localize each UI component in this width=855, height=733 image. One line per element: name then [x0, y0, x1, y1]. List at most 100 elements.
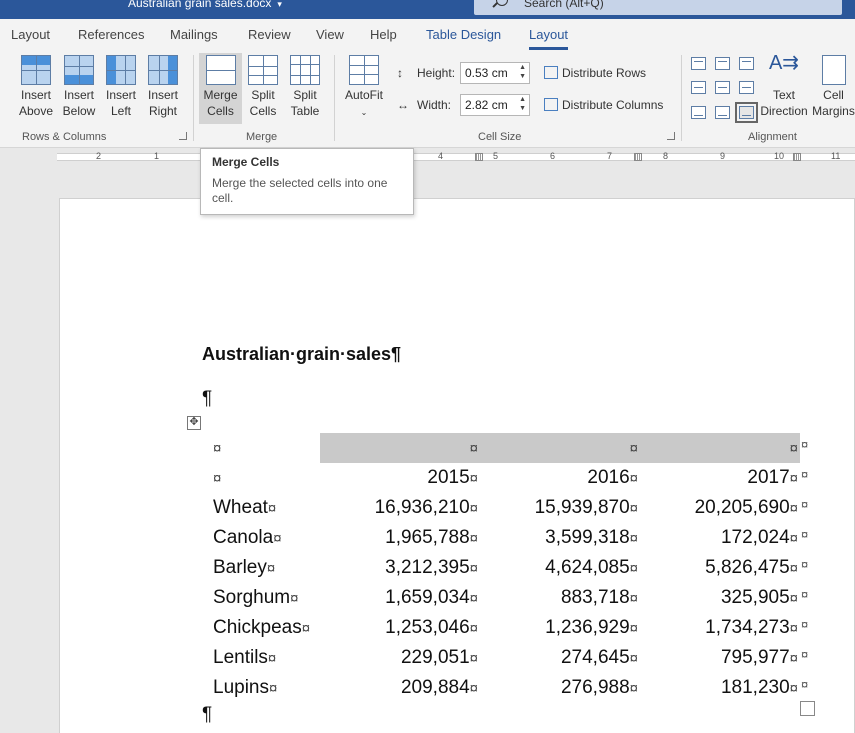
value-cell[interactable]: 172,024¤ [640, 523, 800, 553]
value-cell[interactable]: 15,939,870¤ [480, 493, 640, 523]
value-cell[interactable]: 1,965,788¤ [320, 523, 480, 553]
value-cell[interactable]: 883,718¤ [480, 583, 640, 613]
tab-mailings[interactable]: Mailings [170, 27, 218, 42]
table-move-handle-icon[interactable]: ✥ [187, 416, 201, 430]
table-row[interactable]: Sorghum¤ 1,659,034¤ 883,718¤ 325,905¤ [203, 583, 800, 613]
value-cell[interactable]: 4,624,085¤ [480, 553, 640, 583]
value-cell[interactable]: 274,645¤ [480, 643, 640, 673]
table-cell[interactable]: ¤ [320, 433, 480, 463]
align-top-center-icon[interactable] [715, 57, 730, 70]
split-cells-button[interactable]: Split Cells [242, 55, 284, 119]
table-resize-handle[interactable] [800, 701, 815, 716]
crop-cell[interactable]: Barley¤ [203, 553, 320, 583]
table-row[interactable]: Lupins¤ 209,884¤ 276,988¤ 181,230¤ [203, 673, 800, 703]
chevron-down-icon[interactable]: ▾ [277, 0, 282, 9]
table-cell[interactable]: ¤ [203, 433, 320, 463]
tab-help[interactable]: Help [370, 27, 397, 42]
tab-table-design[interactable]: Table Design [426, 27, 501, 42]
tab-view[interactable]: View [316, 27, 344, 42]
distribute-columns-button[interactable]: Distribute Columns [544, 98, 663, 112]
insert-left-button[interactable]: Insert Left [99, 55, 143, 119]
table-row[interactable]: ¤ ¤ ¤ ¤ [203, 433, 800, 463]
empty-paragraph[interactable]: ¶ [202, 388, 212, 410]
chevron-down-icon: ⌄ [360, 108, 368, 117]
spin-down-icon[interactable]: ▼ [519, 105, 526, 112]
value-cell[interactable]: 276,988¤ [480, 673, 640, 703]
table-row[interactable]: Wheat¤ 16,936,210¤ 15,939,870¤ 20,205,69… [203, 493, 800, 523]
align-bottom-center-icon[interactable] [715, 106, 730, 119]
crop-cell[interactable]: Chickpeas¤ [203, 613, 320, 643]
value-cell[interactable]: 1,253,046¤ [320, 613, 480, 643]
rows-columns-launcher-icon[interactable] [179, 132, 187, 140]
ruler-number: 7 [607, 151, 613, 161]
table-cell[interactable]: ¤ [480, 433, 640, 463]
crop-cell[interactable]: Lentils¤ [203, 643, 320, 673]
tab-layout-page[interactable]: Layout [11, 27, 50, 42]
merge-cells-icon [205, 55, 236, 85]
trailing-paragraph[interactable]: ¶ [202, 704, 212, 726]
value-cell[interactable]: 229,051¤ [320, 643, 480, 673]
title-bar: Australian grain sales.docx ▾ Search (Alt… [0, 0, 855, 19]
value-cell[interactable]: 3,212,395¤ [320, 553, 480, 583]
spin-up-icon[interactable]: ▲ [519, 96, 526, 103]
value-cell[interactable]: 16,936,210¤ [320, 493, 480, 523]
value-cell[interactable]: 1,659,034¤ [320, 583, 480, 613]
insert-below-button[interactable]: Insert Below [57, 55, 101, 119]
table-cell[interactable]: ¤ [640, 433, 800, 463]
grain-sales-table[interactable]: ¤ ¤ ¤ ¤ ¤ 2015¤ 2016¤ 2017¤ Wheat¤ 16,93… [203, 433, 800, 703]
value-cell[interactable]: 795,977¤ [640, 643, 800, 673]
align-top-right-icon[interactable] [739, 57, 754, 70]
align-middle-center-icon[interactable] [715, 81, 730, 94]
value-cell[interactable]: 181,230¤ [640, 673, 800, 703]
tab-review[interactable]: Review [248, 27, 291, 42]
width-spinner[interactable]: 2.82 cm ▲ ▼ [460, 94, 530, 116]
column-marker[interactable] [634, 153, 642, 161]
value-cell[interactable]: 325,905¤ [640, 583, 800, 613]
table-row[interactable]: Barley¤ 3,212,395¤ 4,624,085¤ 5,826,475¤ [203, 553, 800, 583]
year-header-cell[interactable]: 2016¤ [480, 463, 640, 493]
align-bottom-left-icon[interactable] [691, 106, 706, 119]
value-cell[interactable]: 5,826,475¤ [640, 553, 800, 583]
insert-above-button[interactable]: Insert Above [14, 55, 58, 119]
align-middle-right-icon[interactable] [739, 81, 754, 94]
text-direction-button[interactable]: A⇉ Text Direction [760, 53, 808, 119]
height-spinner[interactable]: 0.53 cm ▲ ▼ [460, 62, 530, 84]
ruler-number: 11 [831, 151, 841, 161]
spin-down-icon[interactable]: ▼ [519, 73, 526, 80]
value-cell[interactable]: 1,734,273¤ [640, 613, 800, 643]
merge-cells-button[interactable]: Merge Cells [199, 53, 242, 124]
spin-up-icon[interactable]: ▲ [519, 64, 526, 71]
value-cell[interactable]: 1,236,929¤ [480, 613, 640, 643]
value-cell[interactable]: 3,599,318¤ [480, 523, 640, 553]
cell-margins-button[interactable]: Cell Margins [812, 55, 855, 119]
crop-cell[interactable]: Canola¤ [203, 523, 320, 553]
tab-references[interactable]: References [78, 27, 144, 42]
search-box[interactable]: Search (Alt+Q) [474, 0, 842, 15]
align-bottom-right-icon[interactable] [735, 102, 758, 123]
distribute-rows-button[interactable]: Distribute Rows [544, 66, 646, 80]
tab-table-layout[interactable]: Layout [529, 27, 569, 50]
table-row[interactable]: ¤ 2015¤ 2016¤ 2017¤ [203, 463, 800, 493]
insert-right-button[interactable]: Insert Right [141, 55, 185, 119]
value-cell[interactable]: 209,884¤ [320, 673, 480, 703]
year-header-cell[interactable]: 2017¤ [640, 463, 800, 493]
table-row[interactable]: Canola¤ 1,965,788¤ 3,599,318¤ 172,024¤ [203, 523, 800, 553]
table-row[interactable]: Chickpeas¤ 1,253,046¤ 1,236,929¤ 1,734,2… [203, 613, 800, 643]
year-header-cell[interactable]: 2015¤ [320, 463, 480, 493]
table-cell[interactable]: ¤ [203, 463, 320, 493]
horizontal-ruler[interactable]: 2 1 4 5 6 7 8 9 10 11 [0, 148, 855, 166]
crop-cell[interactable]: Wheat¤ [203, 493, 320, 523]
document-title[interactable]: Australian grain sales.docx ▾ [128, 0, 282, 10]
value-cell[interactable]: 20,205,690¤ [640, 493, 800, 523]
align-middle-left-icon[interactable] [691, 81, 706, 94]
table-row[interactable]: Lentils¤ 229,051¤ 274,645¤ 795,977¤ [203, 643, 800, 673]
column-marker[interactable] [793, 153, 801, 161]
document-heading[interactable]: Australian·grain·sales¶ [202, 344, 401, 365]
crop-cell[interactable]: Sorghum¤ [203, 583, 320, 613]
align-top-left-icon[interactable] [691, 57, 706, 70]
split-table-button[interactable]: Split Table [284, 55, 326, 119]
column-marker[interactable] [475, 153, 483, 161]
autofit-button[interactable]: AutoFit ⌄ [341, 55, 387, 121]
cell-size-launcher-icon[interactable] [667, 132, 675, 140]
crop-cell[interactable]: Lupins¤ [203, 673, 320, 703]
